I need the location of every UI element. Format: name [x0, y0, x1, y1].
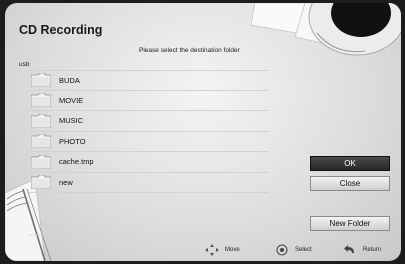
folder-item-music[interactable]: MUSIC [29, 111, 269, 132]
enter-button-icon [275, 244, 289, 256]
folder-icon [30, 174, 52, 190]
folder-label: MUSIC [59, 116, 84, 126]
select-hint-label: Select [295, 247, 312, 253]
cup-illustration [250, 3, 401, 56]
folder-icon [30, 72, 52, 88]
new-folder-button[interactable]: New Folder [310, 216, 390, 231]
dpad-icon [205, 244, 219, 256]
folder-icon [30, 154, 52, 170]
folder-label: BUDA [59, 75, 80, 85]
folder-label: cache.tmp [59, 157, 94, 167]
folder-list: BUDA MOVIE MUSIC PHOTO cache.tmp new [29, 70, 269, 193]
move-hint-label: Move [225, 247, 240, 253]
select-hint: Select [275, 244, 312, 256]
ok-button[interactable]: OK [310, 156, 390, 171]
folder-item-new[interactable]: new [29, 173, 269, 193]
dialog-title: CD Recording [19, 23, 103, 37]
folder-icon [30, 92, 52, 108]
folder-label: PHOTO [59, 136, 86, 146]
folder-label: MOVIE [59, 95, 84, 105]
close-button[interactable]: Close [310, 176, 390, 191]
dialog-subtitle: Please select the destination folder [139, 47, 240, 54]
cd-recording-screen: CD Recording Please select the destinati… [5, 3, 401, 261]
folder-icon [30, 113, 52, 129]
folder-item-cache-tmp[interactable]: cache.tmp [29, 152, 269, 173]
return-arrow-icon [343, 244, 357, 256]
folder-item-movie[interactable]: MOVIE [29, 91, 269, 111]
current-path: usb [19, 61, 30, 68]
folder-item-buda[interactable]: BUDA [29, 70, 269, 91]
folder-item-photo[interactable]: PHOTO [29, 132, 269, 152]
return-hint: Return [343, 244, 381, 256]
folder-label: new [59, 177, 73, 187]
folder-icon [30, 133, 52, 149]
move-hint: Move [205, 244, 240, 256]
return-hint-label: Return [363, 247, 382, 253]
